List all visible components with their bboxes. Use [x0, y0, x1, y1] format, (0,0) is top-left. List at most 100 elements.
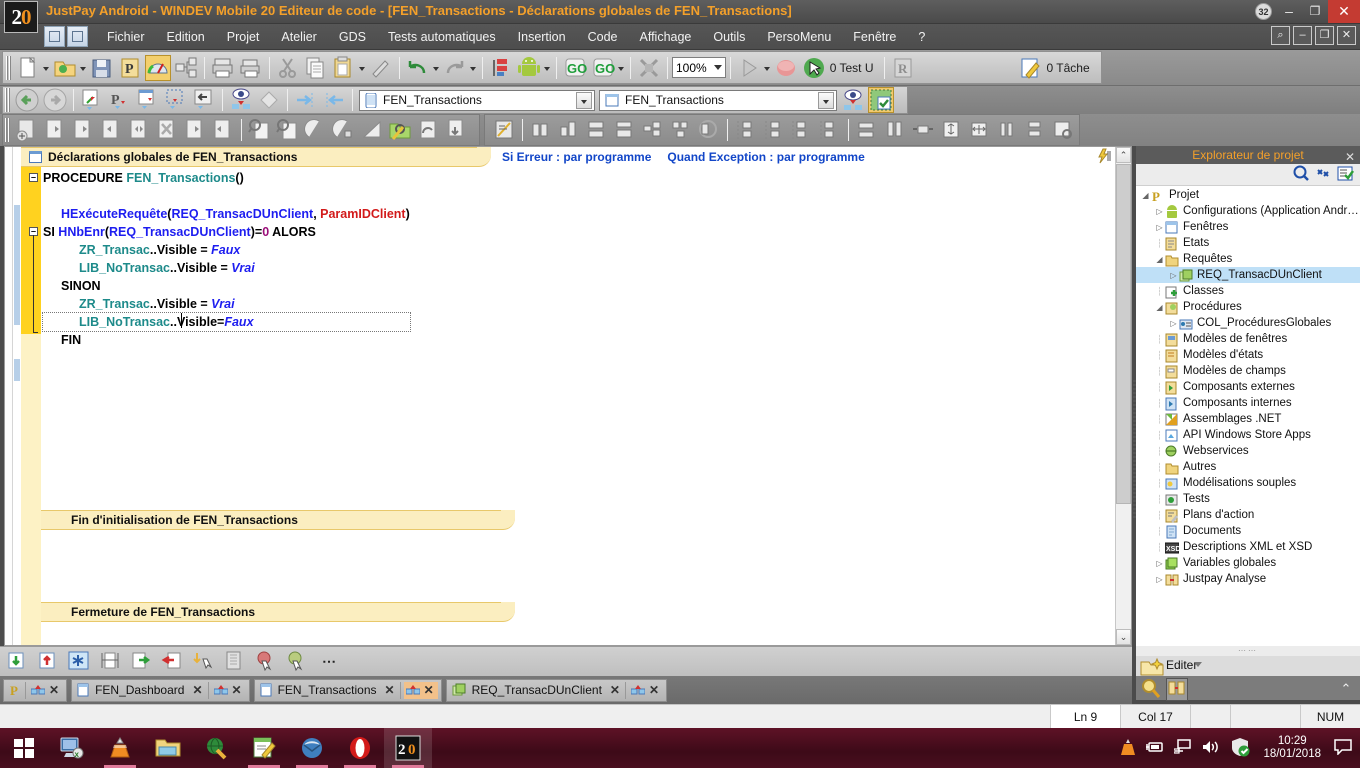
editor-footer-label[interactable]: Editer [1166, 658, 1197, 672]
tree-item-req-transacdunclient[interactable]: ▷ REQ_TransacDUnClient [1136, 267, 1360, 283]
go-dropdown[interactable] [617, 55, 626, 81]
code-line[interactable] [43, 187, 410, 205]
align-dotted-left-icon[interactable] [733, 117, 759, 143]
windev-icon[interactable]: 20 [384, 728, 432, 768]
code-check-icon[interactable] [868, 87, 894, 113]
start-button-icon[interactable] [0, 728, 48, 768]
tree-item-mod-les-d-tats[interactable]: ┆ Modèles d'états [1136, 347, 1360, 363]
align-right-icon[interactable] [556, 117, 582, 143]
return-icon[interactable] [191, 87, 217, 113]
goto-window-icon[interactable] [79, 87, 105, 113]
editor-breakpoint-gutter[interactable] [5, 147, 13, 645]
taskbar-clock[interactable]: 10:29 18/01/2018 [1259, 735, 1325, 761]
restore-mdi-button[interactable]: ❐ [1315, 26, 1334, 45]
volume-icon[interactable] [1201, 739, 1221, 758]
paste-icon[interactable] [331, 55, 357, 81]
menu-item-affichage[interactable]: Affichage [628, 26, 702, 48]
android-dropdown[interactable] [543, 55, 552, 81]
code-block-header[interactable]: Déclarations globales de FEN_Transaction… [21, 147, 491, 167]
tree-item-fen-tres[interactable]: ▷ Fenêtres [1136, 219, 1360, 235]
new-document-dropdown[interactable] [42, 55, 51, 81]
click-green-icon[interactable] [284, 649, 310, 675]
search-replace-icon[interactable] [275, 117, 301, 143]
fold-toggle-icon[interactable]: – [29, 173, 38, 182]
menu-item-insertion[interactable]: Insertion [507, 26, 577, 48]
menu-view-icon[interactable] [67, 26, 88, 47]
undo-icon[interactable] [405, 55, 431, 81]
close-code-view-icon[interactable]: ✕ [230, 683, 244, 697]
element-combo-arrow[interactable] [576, 91, 592, 109]
import-code-icon[interactable] [5, 649, 31, 675]
align-dotted-top-icon[interactable] [789, 117, 815, 143]
tree-item-autres[interactable]: ┆ Autres [1136, 459, 1360, 475]
save-project-icon[interactable]: P [117, 55, 143, 81]
code-line[interactable]: ZR_Transac..Visible = Faux [43, 241, 410, 259]
menu-item-projet[interactable]: Projet [216, 26, 271, 48]
download-page-icon[interactable] [443, 117, 469, 143]
menu-item-fichier[interactable]: Fichier [96, 26, 156, 48]
chevron-right-icon[interactable]: ▷ [1168, 271, 1179, 280]
stack-icon[interactable] [1022, 117, 1048, 143]
redo-dropdown[interactable] [469, 55, 478, 81]
run-dropdown[interactable] [763, 55, 772, 81]
page-both-icon[interactable] [126, 117, 152, 143]
asterisk-icon[interactable] [67, 649, 93, 675]
chevron-down-icon[interactable]: ◢ [1154, 303, 1165, 312]
lightning-icon[interactable] [1095, 148, 1117, 167]
distribute-icon[interactable] [668, 117, 694, 143]
tree-item-composants-externes[interactable]: ┆ Composants externes [1136, 379, 1360, 395]
analysis-shortcut-icon[interactable] [1166, 678, 1188, 701]
panel-resize-grip[interactable]: ⋯⋯ [1136, 646, 1360, 656]
chevron-right-icon[interactable]: ▷ [1154, 223, 1165, 232]
nav-toolbar-grip[interactable] [5, 88, 10, 112]
tree-item-projet[interactable]: ◢ P Projet [1136, 187, 1360, 204]
menu-item-fen-tre[interactable]: Fenêtre [842, 26, 907, 48]
close-code-view-icon[interactable]: ✕ [47, 683, 61, 697]
cut-icon[interactable] [275, 55, 301, 81]
tree-item-mod-les-de-fen-tres[interactable]: ┆ Modèles de fenêtres [1136, 331, 1360, 347]
expand-all-icon[interactable] [966, 117, 992, 143]
zoom-combo[interactable]: 100% [672, 57, 726, 78]
network-icon[interactable] [1173, 739, 1192, 757]
more-actions-button[interactable]: ⋯ [322, 653, 336, 670]
menu-item-code[interactable]: Code [577, 26, 629, 48]
menu-item-persomenu[interactable]: PersoMenu [756, 26, 842, 48]
window-maximize-button[interactable]: ❐ [1302, 0, 1328, 23]
window-close-button[interactable]: ✕ [1328, 0, 1360, 23]
code-line[interactable]: LIB_NoTransac..Visible=Faux [42, 312, 411, 332]
chevron-down-icon[interactable]: ◢ [1154, 255, 1165, 264]
page-step-back-icon[interactable] [210, 117, 236, 143]
close-code-view-icon[interactable]: ✕ [422, 683, 436, 697]
debug-icon[interactable] [636, 55, 662, 81]
align-left-icon[interactable] [528, 117, 554, 143]
code-line[interactable]: – PROCEDURE FEN_Transactions() [29, 169, 410, 187]
code-block-header[interactable]: Fin d'initialisation de FEN_Transactions [41, 510, 515, 530]
print-icon[interactable] [210, 55, 236, 81]
export-code-icon[interactable] [36, 649, 62, 675]
scroll-up-button[interactable]: ⌃ [1116, 147, 1131, 163]
goto-project-icon[interactable]: P [107, 87, 133, 113]
chevron-right-icon[interactable]: ▷ [1154, 207, 1165, 216]
step-into-icon[interactable] [129, 649, 155, 675]
tree-item-assemblages-net[interactable]: ┆ Assemblages .NET [1136, 411, 1360, 427]
select-area-icon[interactable] [163, 87, 189, 113]
page-step-icon[interactable] [182, 117, 208, 143]
element-combo[interactable]: FEN_Transactions [359, 89, 595, 111]
page-next-icon[interactable] [42, 117, 68, 143]
fit-height-icon[interactable] [938, 117, 964, 143]
rotate-icon[interactable] [303, 117, 329, 143]
tree-item-api-windows-store-apps[interactable]: ┆ API Windows Store Apps [1136, 427, 1360, 443]
page-next2-icon[interactable] [70, 117, 96, 143]
open-folder-dropdown[interactable] [79, 55, 88, 81]
tree-item-documents[interactable]: ┆ Documents [1136, 523, 1360, 539]
menu-item-tests-automatiques[interactable]: Tests automatiques [377, 26, 507, 48]
code-line[interactable]: SINON [43, 277, 410, 295]
tree-item-proc-dures[interactable]: ◢ Procédures [1136, 299, 1360, 315]
group-icon[interactable] [696, 117, 722, 143]
resize-vertical-icon[interactable] [98, 649, 124, 675]
menu-item-gds[interactable]: GDS [328, 26, 377, 48]
code-view-icon[interactable] [405, 683, 421, 698]
back-arrow-icon[interactable] [14, 87, 40, 113]
opera-icon[interactable] [336, 728, 384, 768]
indent-right-icon[interactable] [293, 87, 319, 113]
